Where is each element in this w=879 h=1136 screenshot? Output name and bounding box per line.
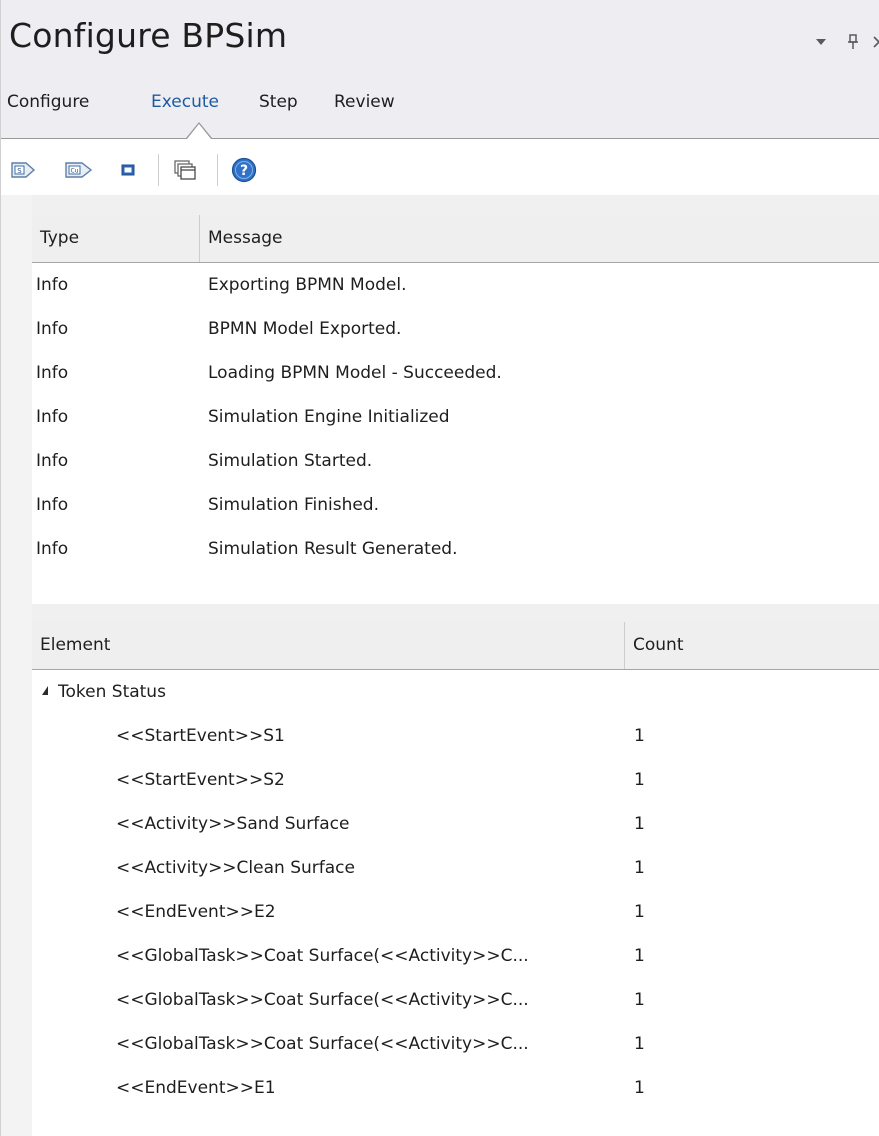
result-count: 1 [634, 902, 645, 922]
result-element: <<GlobalTask>>Coat Surface(<<Activity>>C… [116, 990, 529, 1010]
message-text: Loading BPMN Model - Succeeded. [208, 363, 502, 383]
message-row[interactable]: Info Simulation Started. [32, 439, 879, 483]
dropdown-arrow-icon[interactable] [811, 32, 831, 52]
result-element: <<EndEvent>>E2 [116, 902, 276, 922]
result-element: <<Activity>>Sand Surface [116, 814, 350, 834]
result-row[interactable]: <<Activity>>Sand Surface 1 [32, 802, 879, 846]
messages-header: Type Message [32, 215, 879, 263]
close-icon[interactable] [869, 32, 879, 52]
run-standard-simulation-icon[interactable]: S [9, 158, 37, 182]
toolbar-separator [217, 154, 218, 186]
svg-text:S: S [17, 167, 22, 175]
message-text: Simulation Finished. [208, 495, 380, 515]
result-element: <<GlobalTask>>Coat Surface(<<Activity>>C… [116, 946, 529, 966]
result-count: 1 [634, 814, 645, 834]
tree-group-label: Token Status [58, 682, 166, 702]
panel-gap-top [32, 195, 879, 215]
result-row[interactable]: <<StartEvent>>S2 1 [32, 758, 879, 802]
run-custom-simulation-icon[interactable]: Cu [63, 158, 95, 182]
result-element: <<GlobalTask>>Coat Surface(<<Activity>>C… [116, 1034, 529, 1054]
tree-group: Token Status [42, 670, 166, 714]
result-row[interactable]: <<StartEvent>>S1 1 [32, 714, 879, 758]
message-row[interactable]: Info Loading BPMN Model - Succeeded. [32, 351, 879, 395]
result-count: 1 [634, 770, 645, 790]
column-header-type[interactable]: Type [32, 215, 200, 262]
message-text: Simulation Engine Initialized [208, 407, 450, 427]
message-row[interactable]: Info Simulation Finished. [32, 483, 879, 527]
result-count: 1 [634, 1034, 645, 1054]
message-type: Info [36, 275, 69, 295]
results-header: Element Count [32, 622, 879, 670]
result-count: 1 [634, 858, 645, 878]
help-icon[interactable]: ? [229, 157, 259, 183]
message-text: Simulation Result Generated. [208, 539, 458, 559]
tab-review[interactable]: Review [334, 92, 395, 112]
result-row[interactable]: <<EndEvent>>E1 1 [32, 1066, 879, 1110]
tab-configure[interactable]: Configure [7, 92, 89, 112]
title-bar: Configure BPSim [1, 0, 879, 82]
message-type: Info [36, 451, 69, 471]
message-text: Exporting BPMN Model. [208, 275, 407, 295]
result-row[interactable]: <<GlobalTask>>Coat Surface(<<Activity>>C… [32, 1022, 879, 1066]
column-header-element[interactable]: Element [32, 622, 625, 669]
result-count: 1 [634, 1078, 645, 1098]
message-row[interactable]: Info Simulation Engine Initialized [32, 395, 879, 439]
column-header-count[interactable]: Count [625, 622, 879, 669]
result-count: 1 [634, 726, 645, 746]
multiple-windows-icon[interactable] [171, 158, 199, 182]
window-title: Configure BPSim [9, 16, 288, 55]
pin-icon[interactable] [843, 32, 863, 52]
svg-text:?: ? [240, 163, 248, 179]
result-count: 1 [634, 990, 645, 1010]
message-text: Simulation Started. [208, 451, 373, 471]
column-header-message[interactable]: Message [200, 215, 879, 262]
message-text: BPMN Model Exported. [208, 319, 402, 339]
panel-gap-middle [32, 604, 879, 622]
configure-bpsim-window: Configure BPSim Configure Execute Step R… [0, 0, 879, 1136]
toolbar-separator [158, 154, 159, 186]
message-type: Info [36, 495, 69, 515]
result-element: <<Activity>>Clean Surface [116, 858, 355, 878]
left-gutter [1, 195, 32, 1136]
message-row[interactable]: Info Simulation Result Generated. [32, 527, 879, 571]
stop-simulation-icon[interactable] [117, 158, 139, 182]
result-element: <<StartEvent>>S2 [116, 770, 285, 790]
result-element: <<EndEvent>>E1 [116, 1078, 276, 1098]
message-type: Info [36, 319, 69, 339]
result-element: <<StartEvent>>S1 [116, 726, 285, 746]
tab-execute[interactable]: Execute [151, 92, 219, 112]
message-row[interactable]: Info BPMN Model Exported. [32, 307, 879, 351]
messages-list: Info Exporting BPMN Model. Info BPMN Mod… [32, 263, 879, 604]
collapse-triangle-icon[interactable] [42, 685, 48, 695]
result-row[interactable]: <<GlobalTask>>Coat Surface(<<Activity>>C… [32, 934, 879, 978]
result-count: 1 [634, 946, 645, 966]
result-row[interactable]: <<GlobalTask>>Coat Surface(<<Activity>>C… [32, 978, 879, 1022]
tab-bar [1, 82, 879, 140]
results-tree: Token Status <<StartEvent>>S1 1 <<StartE… [32, 670, 879, 1136]
tab-step[interactable]: Step [259, 92, 298, 112]
message-row[interactable]: Info Exporting BPMN Model. [32, 263, 879, 307]
result-row[interactable]: <<EndEvent>>E2 1 [32, 890, 879, 934]
message-type: Info [36, 407, 69, 427]
result-row[interactable]: <<Activity>>Clean Surface 1 [32, 846, 879, 890]
tree-group-row[interactable]: Token Status [32, 670, 879, 714]
svg-text:Cu: Cu [71, 168, 79, 175]
message-type: Info [36, 363, 69, 383]
message-type: Info [36, 539, 69, 559]
